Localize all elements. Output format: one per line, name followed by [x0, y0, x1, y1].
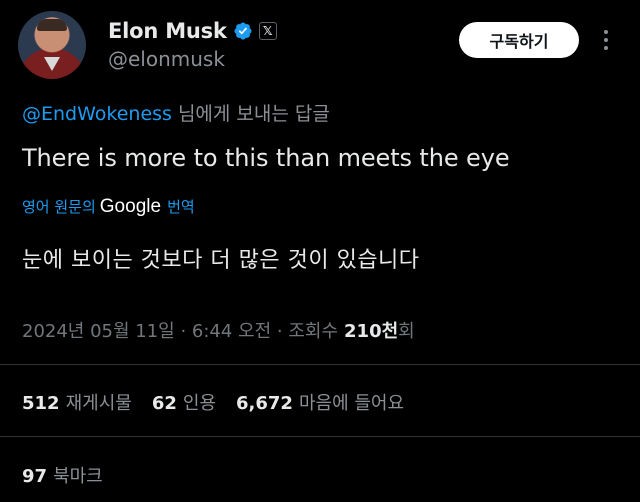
likes-count: 6,672: [236, 393, 293, 414]
avatar-hair: [37, 19, 67, 31]
reply-mention-link[interactable]: @EndWokeness: [22, 103, 172, 125]
bookmarks-label: 북마크: [53, 466, 103, 487]
author-name[interactable]: Elon Musk: [108, 19, 227, 43]
x-logo-icon: 𝕏: [258, 22, 277, 40]
quotes-label: 인용: [182, 393, 217, 414]
view-count-suffix: 회: [398, 321, 415, 342]
bookmarks-count: 97: [22, 466, 48, 487]
subscribe-button[interactable]: 구독하기: [459, 22, 579, 58]
quotes-count: 62: [151, 393, 177, 414]
timestamp[interactable]: 2024년 05월 11일 · 6:44 오전 · 조회수: [22, 317, 338, 343]
avatar-collar: [44, 57, 60, 71]
view-count: 210천: [344, 321, 399, 342]
translated-text: 눈에 보이는 것보다 더 많은 것이 있습니다: [22, 248, 420, 273]
likes-label: 마음에 들어요: [298, 393, 405, 414]
tweet-text: There is more to this than meets the eye: [22, 144, 510, 172]
reply-context: @EndWokeness 님에게 보내는 답글: [22, 99, 330, 126]
divider: [0, 364, 640, 365]
author-name-row: Elon Musk 𝕏: [108, 16, 277, 46]
verified-badge-icon: [234, 22, 252, 40]
divider: [0, 436, 640, 437]
translation-attribution[interactable]: 영어 원문의 Google 번역: [22, 196, 195, 218]
bookmarks-stat[interactable]: 97 북마크: [22, 462, 103, 488]
reposts-label: 재게시물: [65, 393, 132, 414]
tweet-meta: 2024년 05월 11일 · 6:44 오전 · 조회수 210천 회: [22, 317, 415, 343]
author-handle[interactable]: @elonmusk: [108, 47, 225, 71]
likes-stat[interactable]: 6,672 마음에 들어요: [236, 389, 404, 415]
translation-prefix: 영어 원문의: [22, 198, 96, 216]
google-logo: Google: [99, 196, 162, 217]
translation-suffix: 번역: [167, 198, 195, 216]
engagement-stats: 512 재게시물 62 인용 6,672 마음에 들어요: [22, 389, 424, 415]
reply-suffix: 님에게 보내는 답글: [177, 103, 330, 125]
more-options-icon[interactable]: [600, 26, 612, 54]
tweet-header: Elon Musk 𝕏 @elonmusk 구독하기: [0, 0, 640, 90]
quotes-stat[interactable]: 62 인용: [152, 389, 216, 415]
reposts-stat[interactable]: 512 재게시물: [22, 389, 132, 415]
avatar[interactable]: [18, 11, 86, 79]
reposts-count: 512: [22, 393, 60, 414]
